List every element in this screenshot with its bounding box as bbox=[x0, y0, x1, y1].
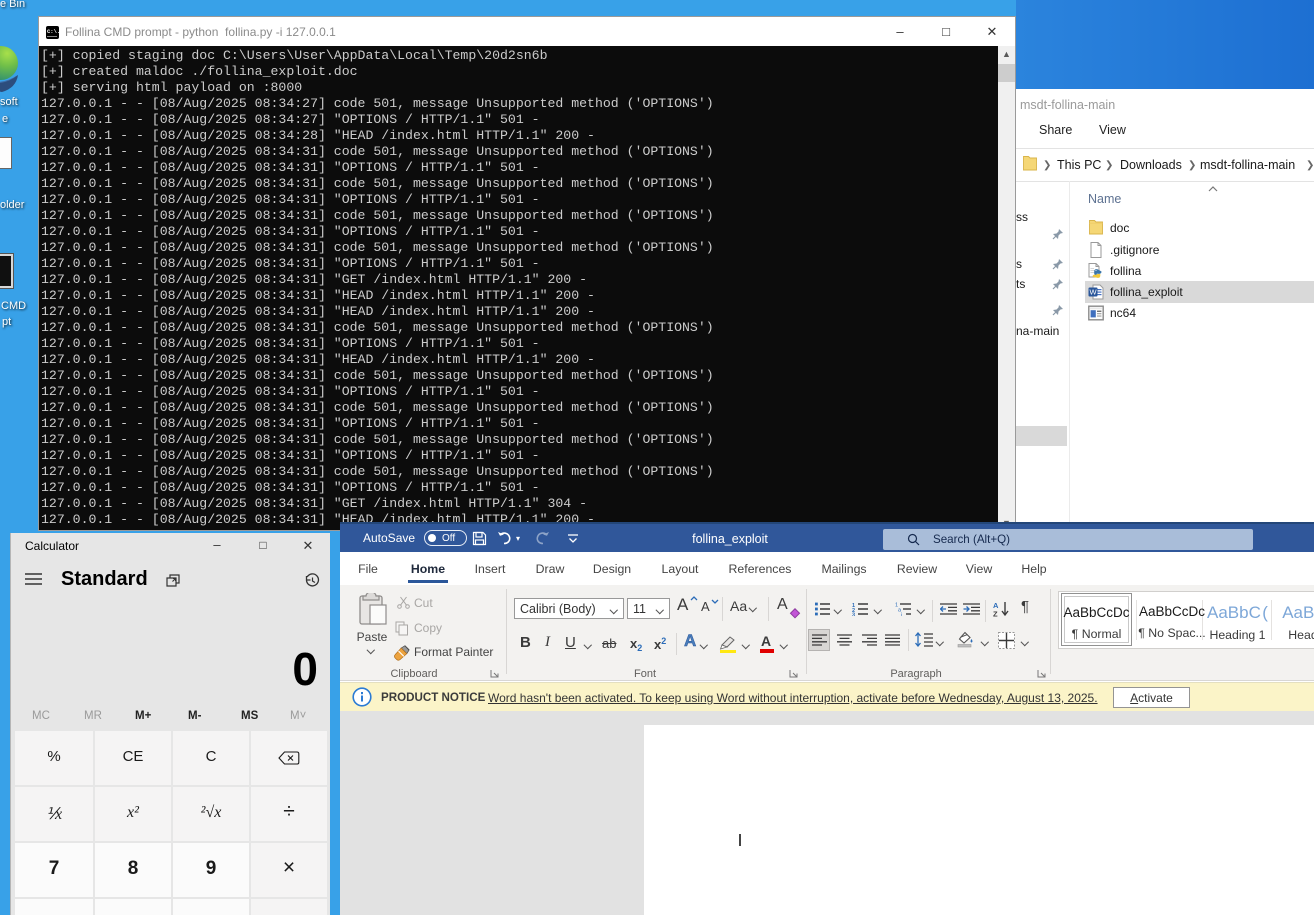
svg-text:Z: Z bbox=[993, 610, 998, 618]
svg-text:i: i bbox=[901, 613, 902, 617]
svg-text:3: 3 bbox=[852, 613, 855, 617]
svg-text:W: W bbox=[1089, 288, 1097, 297]
